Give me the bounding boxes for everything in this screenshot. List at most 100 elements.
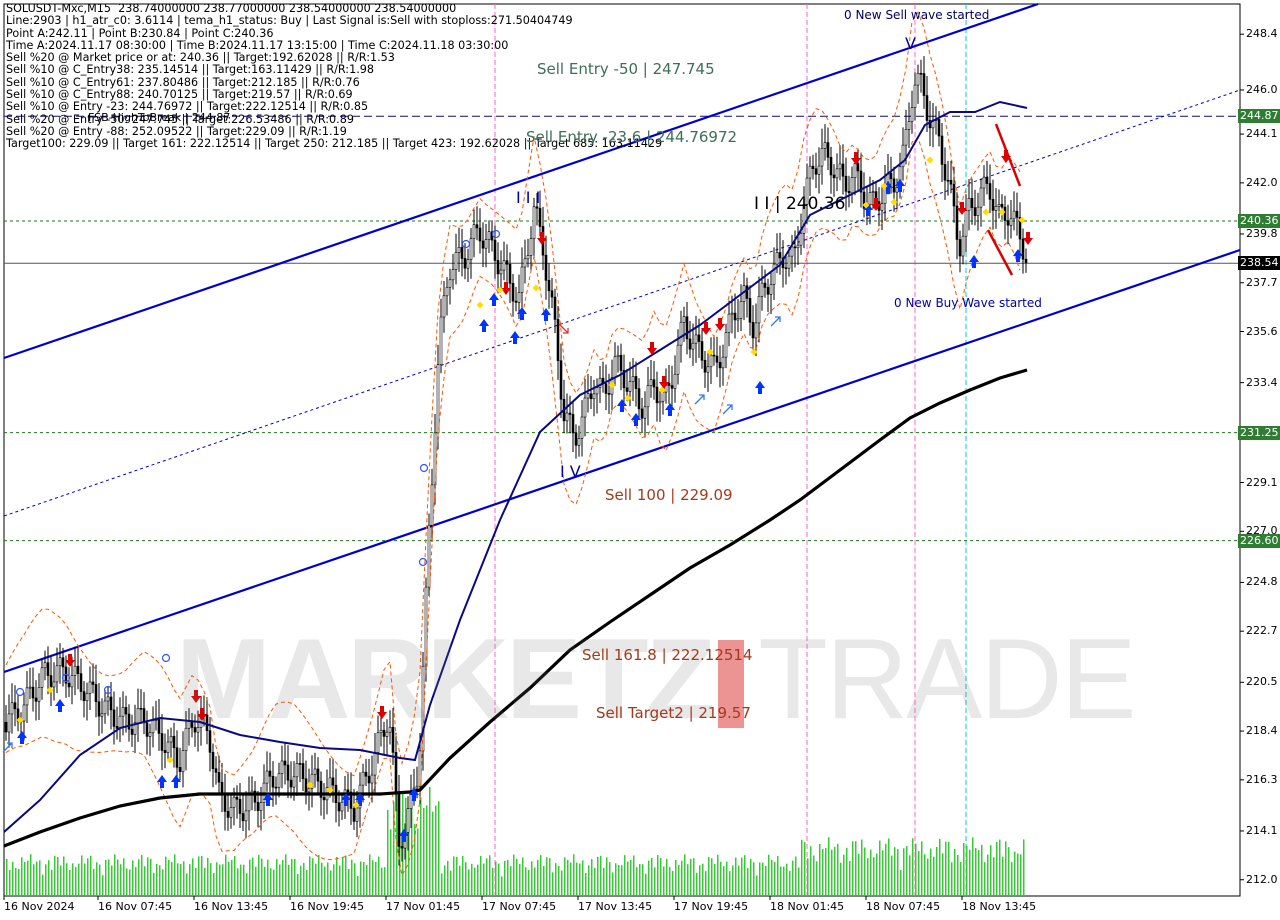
candle-body [151,720,155,734]
volume-bar [684,854,686,896]
volume-bar [1005,841,1007,896]
candle-body [649,379,653,386]
volume-bar [624,855,626,896]
volume-bar [483,863,485,896]
candle-body [826,142,830,158]
x-tick-label: 16 Nov 2024 [4,900,75,913]
candle-body [772,263,776,285]
volume-bar [351,859,353,896]
candle-body [754,322,758,339]
volume-bar [537,860,539,896]
volume-bar [531,861,533,896]
volume-bar [369,854,371,896]
candle-body [979,187,983,208]
candle-body [751,321,755,339]
candle-body [901,144,905,168]
candle-body [967,197,971,211]
candle-body [463,258,467,269]
candle-body [457,247,461,253]
candle-body [238,798,242,814]
candle-body [679,321,683,346]
volume-bar [54,855,56,896]
candle-body [451,269,455,281]
volume-bar [750,859,752,896]
volume-bar [870,849,872,896]
volume-bar [576,862,578,896]
candle-body [91,681,95,685]
candle-body [769,284,773,295]
volume-bar [186,873,188,896]
volume-bar [891,855,893,896]
volume-bar [432,811,434,896]
candle-body [394,752,398,793]
candle-body [943,164,947,181]
candle-body [940,135,944,165]
volume-bar [621,865,623,896]
volume-bar [864,847,866,896]
volume-bar [99,864,101,896]
volume-bar [987,854,989,896]
volume-bar [444,865,446,896]
volume-bar [906,846,908,896]
volume-bar [255,866,257,896]
volume-bar [675,859,677,896]
candle-body [646,385,650,408]
volume-bar [516,859,518,896]
candle-body [868,192,872,205]
volume-bar [633,855,635,896]
volume-bar [348,869,350,896]
buy-arrow-icon [479,319,489,332]
volume-bar [306,870,308,896]
candle-body [871,191,875,193]
candle-body [724,332,728,358]
candle-body [427,524,431,588]
candle-body [796,244,800,249]
volume-bar [612,872,614,896]
volume-bar [456,856,458,896]
volume-bar [105,859,107,896]
volume-bar [285,854,287,896]
candle-body [961,235,965,257]
candle-body [706,366,710,373]
volume-bar [57,857,59,896]
candle-body [472,224,476,239]
volume-bar [936,846,938,896]
volume-bar [282,860,284,896]
candle-body [232,796,236,808]
candle-body [937,119,941,137]
volume-bar [546,857,548,896]
volume-bar [792,860,794,896]
candle-body [88,681,92,694]
candle-body [694,334,698,344]
y-tick-label: 239.8 [1246,226,1278,240]
candle-body [481,240,485,249]
candle-body [745,285,749,299]
candle-body [136,707,140,724]
volume-bar [330,870,332,896]
volume-bar [354,863,356,896]
volume-bar [699,865,701,896]
volume-bar [453,856,455,896]
candle-body [226,811,230,818]
candle-body [442,295,446,318]
volume-bar [231,859,233,896]
volume-bar [84,863,86,896]
volume-bar [213,872,215,896]
candle-body [298,763,302,765]
candle-body [838,163,842,170]
volume-bar [915,843,917,896]
candle-body [853,163,857,178]
candle-body [496,260,500,275]
volume-bar [1008,847,1010,896]
candle-body [592,393,596,400]
buy-arrow-icon [541,308,551,321]
x-tick-label: 17 Nov 13:45 [578,900,653,913]
candle-body [454,252,458,270]
volume-bar [435,805,437,896]
signal-circle-icon [491,229,501,239]
volume-bar [309,856,311,896]
candle-body [235,796,239,800]
volume-bar [1011,862,1013,896]
candle-body [778,252,782,259]
candle-body [37,687,41,702]
